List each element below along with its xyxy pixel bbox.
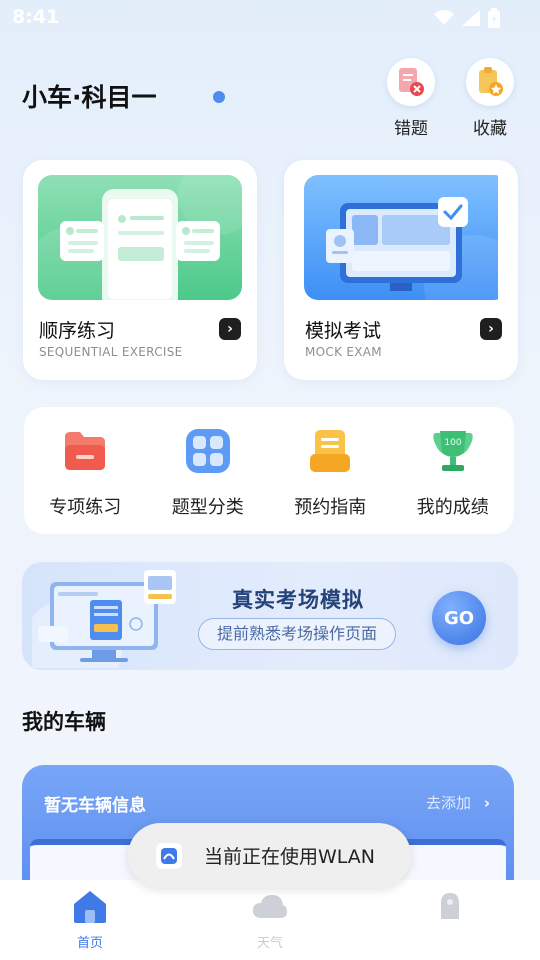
card-title: 顺序练习 <box>39 320 116 342</box>
section-title-my-vehicles: 我的车辆 <box>22 710 106 734</box>
app-icon <box>156 842 182 869</box>
mock-exam-card[interactable]: 模拟考试 MOCK EXAM › <box>284 160 518 380</box>
grid-item-question-types[interactable]: 题型分类 <box>147 407 270 534</box>
nav-label: 天气 <box>256 936 283 951</box>
banner-title: 真实考场模拟 <box>232 588 364 612</box>
grid-item-label: 专项练习 <box>49 497 122 518</box>
folder-icon <box>61 427 109 475</box>
wlan-toast: 当前正在使用WLAN <box>128 823 411 888</box>
wifi-icon <box>434 10 454 25</box>
add-vehicle-link[interactable]: 去添加 › <box>426 792 490 813</box>
wrong-questions-icon <box>387 58 435 106</box>
chevron-right-icon[interactable]: › <box>219 318 241 340</box>
status-icons <box>434 8 500 28</box>
computer-illustration <box>32 570 176 668</box>
toast-text: 当前正在使用WLAN <box>204 846 376 868</box>
banner-subtitle: 提前熟悉考场操作页面 <box>198 618 397 650</box>
chevron-right-icon[interactable]: › <box>480 318 502 340</box>
feature-grid: 专项练习 题型分类 预约指南 100 我的成绩 <box>24 407 514 534</box>
user-icon <box>430 888 470 924</box>
nav-item-weather[interactable]: 天气 <box>180 880 360 960</box>
page-title[interactable]: 小车·科目一 <box>22 78 157 114</box>
grid-item-label: 我的成绩 <box>416 497 489 518</box>
vehicle-empty-text: 暂无车辆信息 <box>44 796 146 816</box>
card-subtitle: SEQUENTIAL EXERCISE <box>39 345 183 359</box>
sequential-exercise-illustration <box>38 175 242 300</box>
nav-label: 首页 <box>76 936 103 951</box>
card-subtitle: MOCK EXAM <box>305 345 382 359</box>
grid-item-booking-guide[interactable]: 预约指南 <box>269 407 392 534</box>
home-icon <box>70 888 110 924</box>
apps-icon <box>184 427 232 475</box>
favorites-icon <box>466 58 514 106</box>
status-bar: 8:41 <box>0 0 540 36</box>
card-title: 模拟考试 <box>305 320 382 342</box>
grid-item-my-scores[interactable]: 100 我的成绩 <box>392 407 515 534</box>
grid-item-label: 预约指南 <box>294 497 367 518</box>
favorites-label: 收藏 <box>473 119 507 139</box>
trophy-icon: 100 <box>429 427 477 475</box>
signal-icon <box>462 10 480 26</box>
sequential-exercise-card[interactable]: 顺序练习 SEQUENTIAL EXERCISE › <box>23 160 257 380</box>
clipboard-icon <box>306 427 354 475</box>
real-exam-banner[interactable]: 真实考场模拟 提前熟悉考场操作页面 GO <box>22 562 518 670</box>
nav-item-profile[interactable] <box>360 880 540 960</box>
battery-icon <box>488 8 500 28</box>
svg-text:100: 100 <box>444 438 461 448</box>
nav-item-home[interactable]: 首页 <box>0 880 180 960</box>
wrong-questions-label: 错题 <box>394 119 428 139</box>
grid-item-label: 题型分类 <box>171 497 244 518</box>
chevron-right-icon: › <box>483 794 490 812</box>
go-button[interactable]: GO <box>432 591 486 645</box>
status-time: 8:41 <box>12 6 60 28</box>
indicator-dot <box>213 91 225 103</box>
wrong-questions-button[interactable]: 错题 <box>381 58 441 139</box>
cloud-icon <box>250 888 290 924</box>
add-vehicle-label: 去添加 <box>426 794 472 812</box>
bottom-nav: 首页 天气 <box>0 880 540 960</box>
grid-item-special-practice[interactable]: 专项练习 <box>24 407 147 534</box>
favorites-button[interactable]: 收藏 <box>460 58 520 139</box>
mock-exam-illustration <box>304 175 508 300</box>
